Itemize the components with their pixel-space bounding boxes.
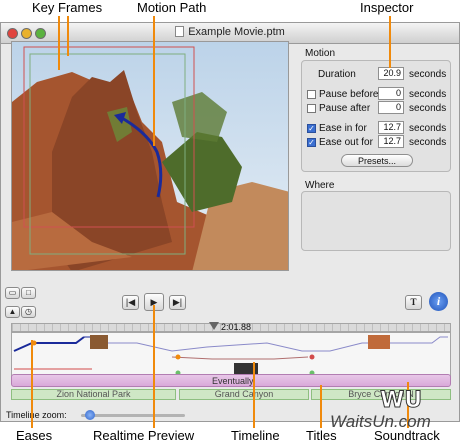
motion-heading: Motion xyxy=(305,48,336,59)
ease-in-checkbox[interactable]: ✓ xyxy=(307,124,316,133)
view-mode-button-b[interactable]: □ xyxy=(21,287,36,299)
callout-key-frames: Key Frames xyxy=(32,0,103,15)
pause-before-label: Pause before xyxy=(319,89,379,100)
callout-timeline: Timeline xyxy=(231,428,280,443)
keyframe-thumbnail-2[interactable] xyxy=(368,335,390,349)
clock-view-button[interactable]: ◷ xyxy=(21,306,36,318)
pause-after-field[interactable]: 0 xyxy=(378,101,404,114)
callout-line-key-frames-b xyxy=(67,16,69,56)
where-heading: Where xyxy=(305,180,335,191)
watermark-text: WaitsUn.com xyxy=(330,412,431,431)
duration-unit: seconds xyxy=(409,69,447,80)
playhead-marker[interactable] xyxy=(209,322,219,330)
callout-eases: Eases xyxy=(16,428,53,443)
ease-out-field[interactable]: 12.7 xyxy=(378,135,404,148)
callout-line-titles xyxy=(320,385,322,428)
callout-line-key-frames-a xyxy=(58,16,60,70)
where-box xyxy=(301,191,451,251)
callout-realtime-preview: Realtime Preview xyxy=(93,428,195,443)
pause-before-checkbox[interactable] xyxy=(307,90,316,99)
info-icon: i xyxy=(436,294,441,308)
callout-line-timeline xyxy=(253,362,255,428)
skip-forward-button[interactable]: ▶| xyxy=(169,295,186,310)
pause-before-field[interactable]: 0 xyxy=(378,87,404,100)
callout-motion-path: Motion Path xyxy=(137,0,207,15)
pause-after-label: Pause after xyxy=(319,103,371,114)
title-clip-text: Eventually xyxy=(212,376,254,386)
skip-back-button[interactable]: |◀ xyxy=(122,295,139,310)
duration-label: Duration xyxy=(318,69,356,80)
callout-line-inspector xyxy=(389,16,391,68)
pause-before-unit: seconds xyxy=(409,89,447,100)
callout-line-realtime-preview xyxy=(153,305,155,428)
timeline-zoom-label: Timeline zoom: xyxy=(6,410,67,420)
ease-in-field[interactable]: 12.7 xyxy=(378,121,404,134)
window-title: Example Movie.ptm xyxy=(188,26,285,38)
playhead-time: 2:01.88 xyxy=(221,322,252,332)
presets-button[interactable]: Presets... xyxy=(341,154,413,167)
title-track[interactable]: Eventually xyxy=(11,374,451,387)
pause-after-unit: seconds xyxy=(409,103,447,114)
keyframe-thumbnail-1[interactable] xyxy=(90,335,108,349)
timeline-zoom-slider[interactable] xyxy=(81,414,185,417)
ease-out-label: Ease out for xyxy=(319,137,373,148)
callout-line-eases xyxy=(31,340,33,428)
pause-after-checkbox[interactable] xyxy=(307,104,316,113)
ease-in-unit: seconds xyxy=(409,123,447,134)
watermark-logo: WU xyxy=(379,388,423,414)
ease-handle-3[interactable] xyxy=(309,354,315,360)
ease-out-checkbox[interactable]: ✓ xyxy=(307,138,316,147)
canyon-photo xyxy=(12,42,288,270)
ease-out-unit: seconds xyxy=(409,137,447,148)
sound-clip-2[interactable]: Grand Canyon xyxy=(179,389,309,400)
info-button[interactable]: i xyxy=(429,292,448,311)
callout-line-motion-path xyxy=(153,16,155,146)
document-icon xyxy=(175,26,185,37)
ease-in-label: Ease in for xyxy=(319,123,367,134)
document-window: Example Movie.ptm Motion Duration 20.9 s… xyxy=(0,22,460,422)
map-view-button[interactable]: ▲ xyxy=(5,306,20,318)
ease-handle-2[interactable] xyxy=(175,354,181,360)
title-text-button[interactable]: T xyxy=(405,295,422,310)
callout-inspector: Inspector xyxy=(360,0,414,15)
timeline-zoom-knob[interactable] xyxy=(85,410,95,420)
view-mode-button-a[interactable]: ▭ xyxy=(5,287,20,299)
sound-clip-1[interactable]: Zion National Park xyxy=(11,389,176,400)
photo-preview[interactable] xyxy=(11,41,289,271)
duration-field[interactable]: 20.9 xyxy=(378,67,404,80)
